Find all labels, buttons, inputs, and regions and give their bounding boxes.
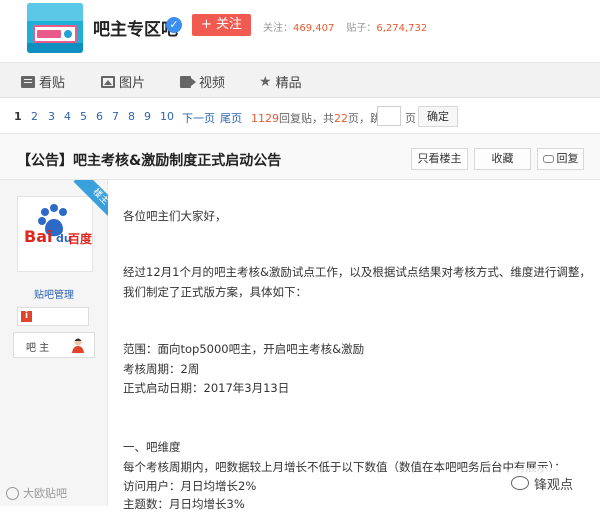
page-link-6[interactable]: 6 xyxy=(96,110,103,123)
forum-title[interactable]: 吧主专区吧 xyxy=(93,15,178,40)
page-link-10[interactable]: 10 xyxy=(160,110,174,123)
tab-images[interactable]: 图片 xyxy=(101,72,145,91)
post-line: 访问用户：月日均增长2% xyxy=(123,479,257,493)
author-name[interactable]: 贴吧管理 xyxy=(0,286,108,301)
thread-title-bar: 【公告】吧主考核&激励制度正式启动公告 只看楼主 收藏 回复 xyxy=(0,134,600,180)
next-page-link[interactable]: 下一页 xyxy=(182,110,215,126)
page-unit: 页 xyxy=(405,112,416,125)
page-link-8[interactable]: 8 xyxy=(128,110,135,123)
tab-videos-label: 视频 xyxy=(199,76,226,91)
verified-check-icon: ✓ xyxy=(166,17,182,33)
page-link-5[interactable]: 5 xyxy=(80,110,87,123)
post-line: 每个考核周期内，吧数据较上月增长不低于以下数值（数值在本吧吧务后台中有展示）： xyxy=(123,460,566,474)
post-line: 经过12月1个月的吧主考核&激励试点工作，以及根据试点结果对考核方式、维度进行调… xyxy=(123,265,591,279)
page-jump-input[interactable] xyxy=(377,106,401,126)
user-icon xyxy=(72,338,84,353)
page-link-1[interactable]: 1 xyxy=(14,110,22,123)
post-line: 考核周期：2周 xyxy=(123,362,200,376)
page-link-3[interactable]: 3 xyxy=(48,110,55,123)
star-icon: ★ xyxy=(259,73,272,90)
follow-count-label: 关注： xyxy=(263,23,293,34)
post-icon xyxy=(21,75,35,88)
follow-button[interactable]: + 关注 xyxy=(192,14,251,36)
thread-title: 【公告】吧主考核&激励制度正式启动公告 xyxy=(17,153,282,169)
page-total: 22 xyxy=(334,112,348,125)
favorite-button[interactable]: 收藏 xyxy=(474,148,531,170)
reply-summary: 1129回复贴，共22页，跳到 xyxy=(251,112,392,125)
reply-button[interactable]: 回复 xyxy=(537,148,584,170)
role-label: 吧 主 xyxy=(26,343,50,354)
tab-videos[interactable]: 视频 xyxy=(180,72,225,91)
follow-count: 469,407 xyxy=(293,23,335,34)
page-link-2[interactable]: 2 xyxy=(31,110,38,123)
only-owner-button[interactable]: 只看楼主 xyxy=(411,148,468,170)
svg-text:百度: 百度 xyxy=(68,231,92,246)
info-icon: i xyxy=(21,311,32,322)
speech-bubble-icon xyxy=(542,155,554,163)
confirm-button[interactable]: 确定 xyxy=(418,106,458,127)
watermark-left: 大欧贴吧 xyxy=(6,485,67,501)
video-icon xyxy=(180,75,196,88)
svg-text:Bai: Bai xyxy=(24,227,52,246)
page-link-9[interactable]: 9 xyxy=(144,110,151,123)
forum-stats: 关注：469,407 贴子：6,274,732 xyxy=(263,19,427,34)
weibo-icon xyxy=(6,486,19,500)
wechat-icon xyxy=(511,476,529,490)
last-page-link[interactable]: 尾页 xyxy=(220,110,242,126)
post-count: 6,274,732 xyxy=(376,23,428,34)
tab-featured-label: 精品 xyxy=(275,76,302,91)
post-line: 一、吧维度 xyxy=(123,440,181,454)
tab-images-label: 图片 xyxy=(119,76,146,91)
page-link-7[interactable]: 7 xyxy=(112,110,119,123)
forum-header: 吧主专区吧 ✓ + 关注 关注：469,407 贴子：6,274,732 xyxy=(0,0,600,62)
page-link-4[interactable]: 4 xyxy=(64,110,71,123)
post-line: 主题数：月日均增长3% xyxy=(123,497,245,511)
tab-posts-label: 看贴 xyxy=(39,76,66,91)
post-line: 各位吧主们大家好， xyxy=(123,209,227,223)
tab-bar: 看贴 图片 视频 ★ 精品 xyxy=(0,62,600,98)
post-line: 我们制定了正式版方案，具体如下： xyxy=(123,285,307,299)
tab-posts[interactable]: 看贴 xyxy=(21,72,65,91)
forum-logo-icon[interactable] xyxy=(27,3,83,53)
image-icon xyxy=(101,75,115,88)
post-line: 范围：面向top5000吧主，开启吧主考核&激励 xyxy=(123,342,365,356)
post-count-label: 贴子： xyxy=(346,23,377,34)
watermark-right: 锋观点 xyxy=(508,468,596,498)
owner-badge: 楼主 xyxy=(66,180,108,222)
reply-count: 1129 xyxy=(251,112,279,125)
pagination: 1 2 3 4 5 6 7 8 9 10 下一页 尾页 1129回复贴，共22页… xyxy=(0,98,600,134)
level-badge[interactable]: i xyxy=(17,307,89,326)
tab-featured[interactable]: ★ 精品 xyxy=(259,72,302,92)
role-badge: 吧 主 xyxy=(13,332,95,358)
post-line: 正式启动日期：2017年3月13日 xyxy=(123,381,290,395)
